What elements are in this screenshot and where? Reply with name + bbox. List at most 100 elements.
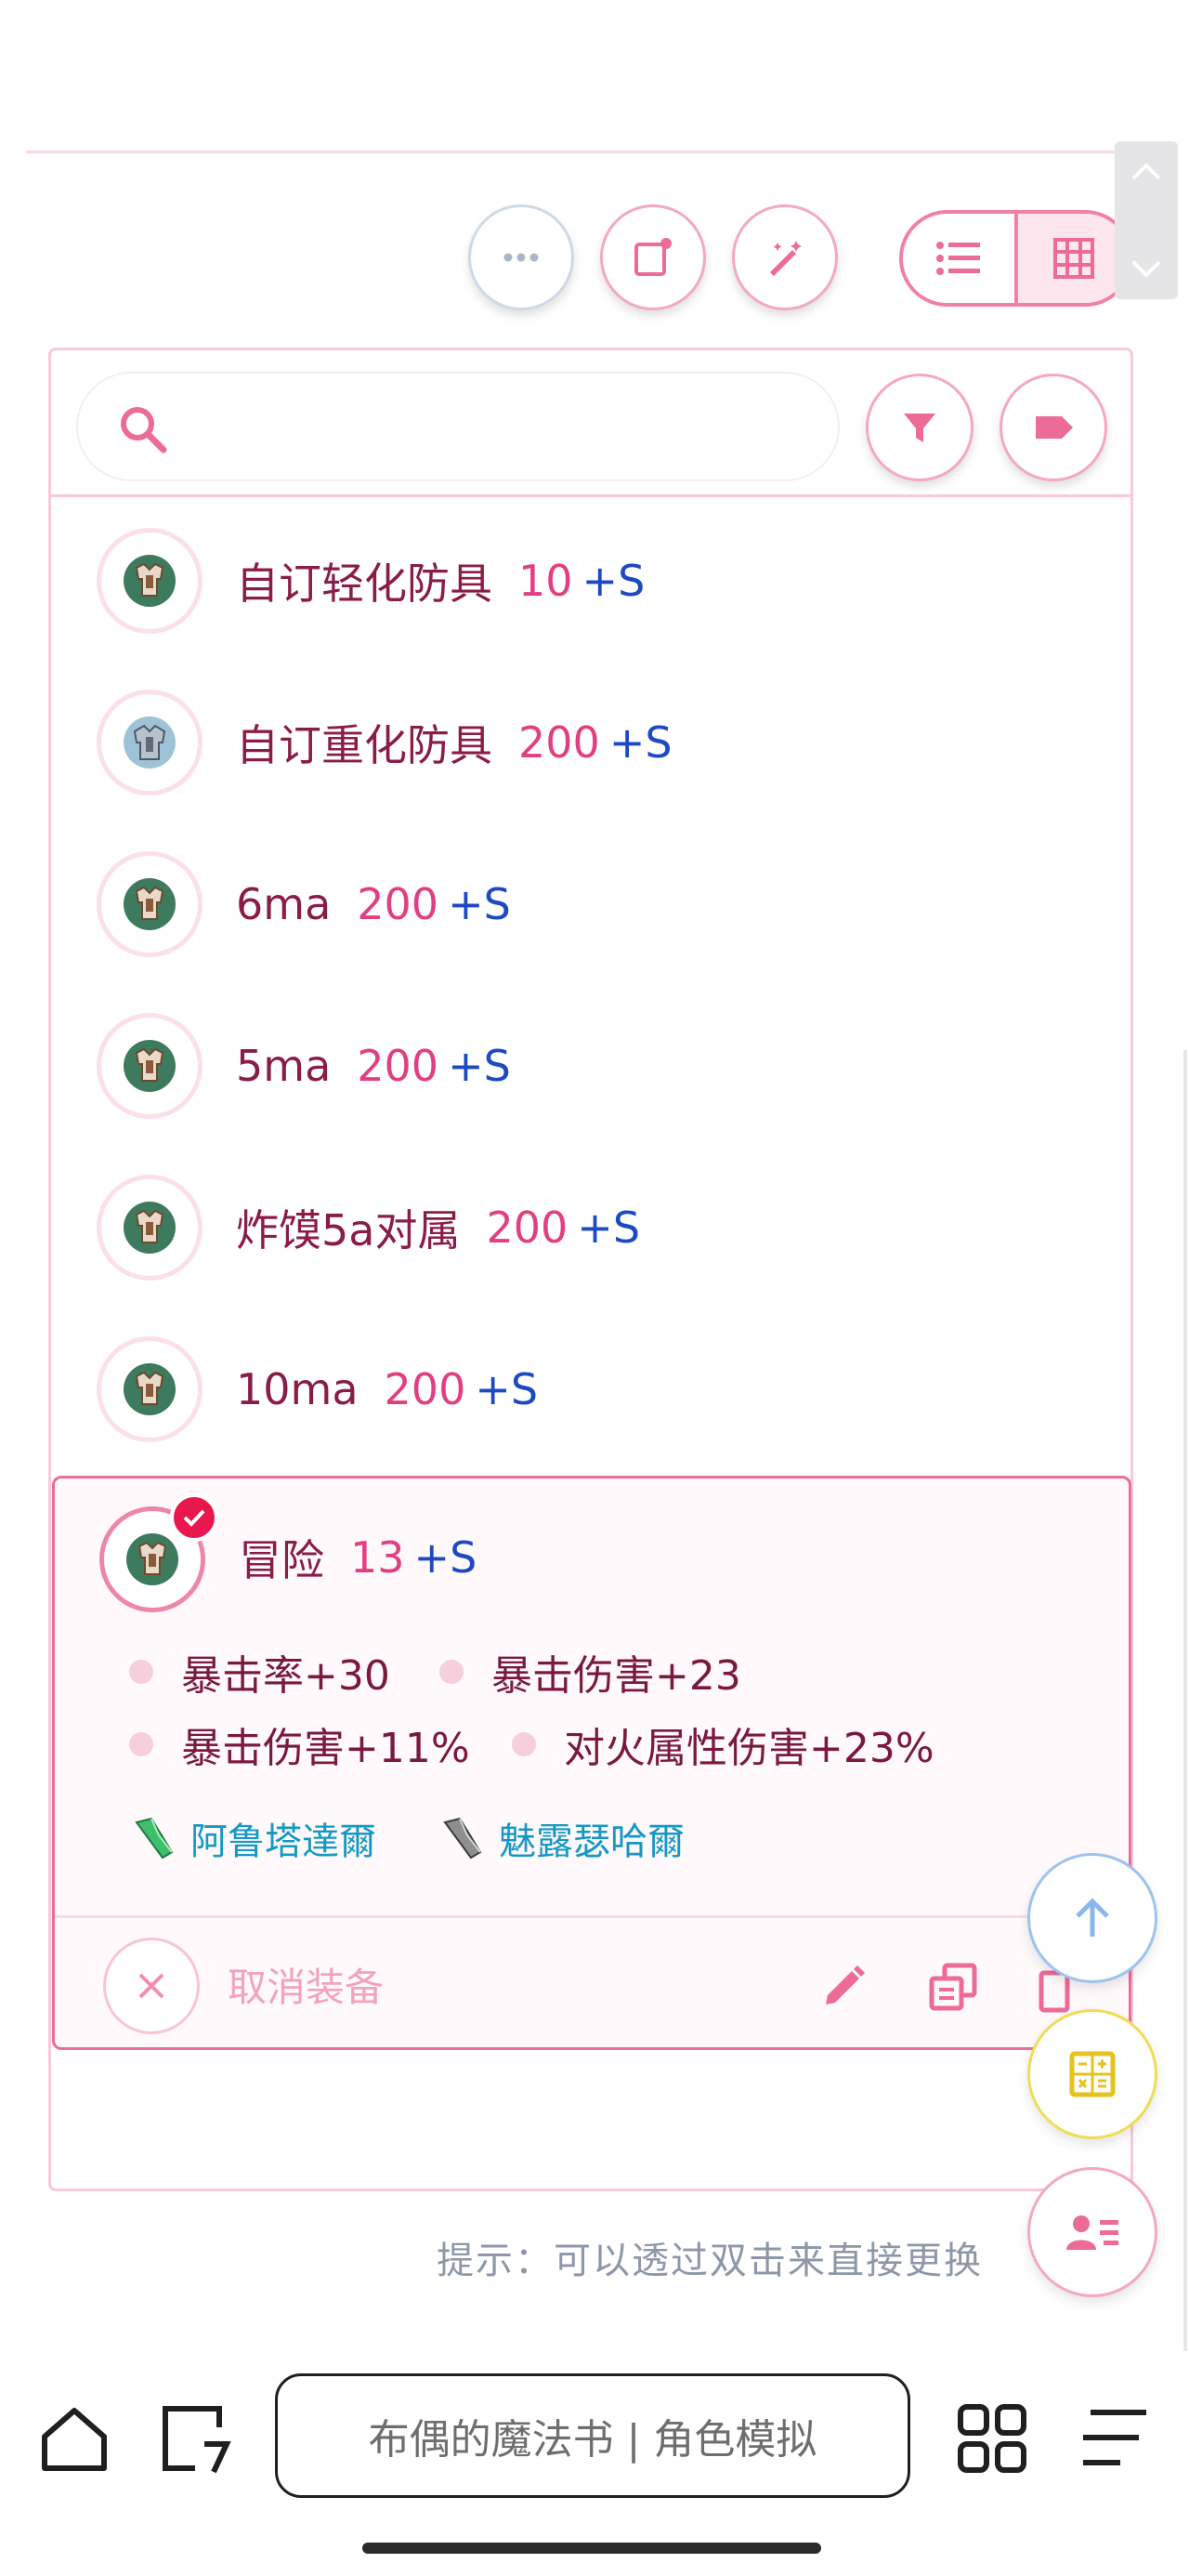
crystal-item[interactable]: 魅露瑟哈爾 — [439, 1811, 685, 1865]
item-suffix: +S — [577, 1203, 641, 1253]
armor-avatar — [97, 1336, 203, 1442]
armor-avatar — [97, 1175, 203, 1281]
home-icon[interactable] — [37, 2401, 111, 2476]
view-toggle[interactable] — [899, 210, 1133, 307]
item-level: 200 — [357, 879, 439, 929]
equipped-check-icon — [170, 1493, 218, 1542]
item-level: 200 — [486, 1203, 568, 1253]
hint-text: 提示：可以透过双击来直接更换 — [437, 2240, 983, 2282]
item-suffix: +S — [413, 1532, 477, 1583]
list-item[interactable]: 5ma 200 +S — [50, 985, 1131, 1147]
grid-view-button[interactable] — [1018, 214, 1130, 303]
magic-wand-icon — [770, 241, 802, 276]
contact-card-icon — [1066, 2215, 1118, 2250]
armor-avatar — [97, 690, 203, 795]
item-name: 冒险 — [239, 1535, 324, 1585]
apps-grid-icon[interactable] — [955, 2401, 1029, 2476]
character-card-button[interactable] — [1027, 2167, 1157, 2297]
armor-icon — [124, 878, 176, 930]
filter-icon — [904, 414, 935, 442]
stat-text: 暴击伤害+23 — [491, 1652, 741, 1700]
heavy-armor-icon — [124, 716, 176, 769]
scroll-thumb[interactable] — [1115, 141, 1178, 299]
crystal-name: 阿鲁塔達爾 — [190, 1820, 376, 1863]
scroll-to-top-button[interactable] — [1027, 1853, 1157, 1983]
item-name: 10ma — [236, 1364, 359, 1414]
bullet — [512, 1732, 536, 1756]
copy-icon[interactable] — [926, 1960, 982, 2016]
bullet — [439, 1660, 464, 1684]
stat-item: 暴击伤害+23 — [439, 1642, 741, 1702]
menu-icon[interactable] — [1078, 2405, 1152, 2470]
item-level: 200 — [518, 717, 600, 768]
armor-icon — [124, 1202, 176, 1254]
list-view-button[interactable] — [903, 214, 1018, 303]
list-item[interactable]: 自订轻化防具 10 +S — [50, 500, 1131, 662]
new-item-button[interactable] — [600, 204, 706, 310]
cancel-equip-button[interactable] — [103, 1938, 200, 2034]
item-suffix: +S — [581, 556, 646, 606]
stat-item: 对火属性伤害+23% — [512, 1715, 934, 1774]
edit-icon[interactable] — [817, 1962, 869, 2014]
panel-divider — [50, 494, 1131, 497]
more-icon — [503, 253, 539, 262]
home-indicator[interactable] — [362, 2543, 821, 2554]
stat-item: 暴击伤害+11% — [129, 1715, 470, 1774]
item-suffix: +S — [448, 879, 511, 929]
selected-item-card[interactable]: 冒险 13 +S 暴击率+30 暴击伤害+23 暴击伤害+11% 对火属性伤害+… — [52, 1476, 1131, 2050]
filter-button[interactable] — [866, 374, 973, 481]
calculator-button[interactable] — [1027, 2009, 1157, 2139]
item-name: 6ma — [236, 879, 332, 929]
tabs-icon[interactable] — [158, 2401, 232, 2476]
item-name: 自订轻化防具 — [236, 559, 492, 609]
top-divider — [26, 151, 1141, 153]
item-level: 200 — [357, 1041, 439, 1091]
stat-text: 对火属性伤害+23% — [564, 1725, 934, 1772]
list-item[interactable]: 10ma 200 +S — [50, 1308, 1131, 1470]
search-icon — [121, 407, 167, 453]
list-item[interactable]: 自订重化防具 200 +S — [50, 662, 1131, 823]
card-divider — [55, 1915, 1129, 1918]
item-suffix: +S — [608, 717, 673, 768]
gray-crystal-icon — [443, 1817, 482, 1860]
item-level: 13 — [350, 1532, 405, 1583]
armor-icon — [126, 1533, 178, 1585]
list-icon — [936, 242, 980, 275]
item-name: 自订重化防具 — [236, 720, 492, 770]
item-level: 10 — [518, 556, 573, 606]
list-item[interactable]: 6ma 200 +S — [50, 823, 1131, 985]
crystal-name: 魅露瑟哈爾 — [499, 1820, 685, 1863]
magic-edit-button[interactable] — [732, 204, 838, 310]
bullet — [129, 1660, 153, 1684]
item-suffix: +S — [448, 1041, 511, 1091]
stat-text: 暴击率+30 — [181, 1652, 390, 1700]
stat-text: 暴击伤害+11% — [181, 1725, 470, 1772]
scroll-arrows-icon — [1131, 163, 1161, 278]
calculator-icon — [1069, 2051, 1116, 2097]
armor-icon — [124, 555, 176, 607]
search-bar[interactable] — [76, 372, 840, 481]
address-bar[interactable]: 布偶的魔法书 | 角色模拟 — [275, 2373, 910, 2498]
armor-icon — [124, 1040, 176, 1092]
armor-avatar — [97, 528, 203, 634]
item-name: 炸馍5a对属 — [236, 1205, 461, 1255]
item-suffix: +S — [475, 1364, 539, 1414]
item-name: 5ma — [236, 1041, 332, 1091]
check-icon — [183, 1509, 205, 1527]
close-icon — [138, 1973, 164, 1999]
cancel-equip-label[interactable]: 取消装备 — [228, 1956, 384, 2013]
armor-icon — [124, 1363, 176, 1415]
tag-icon — [1036, 416, 1073, 439]
tag-button[interactable] — [1000, 374, 1107, 481]
grid-icon — [1053, 238, 1094, 279]
more-button[interactable] — [468, 204, 574, 310]
armor-avatar — [97, 851, 203, 957]
new-note-icon — [634, 238, 672, 276]
page-scrollbar[interactable] — [1183, 1050, 1187, 2351]
list-item[interactable]: 炸馍5a对属 200 +S — [50, 1147, 1131, 1308]
bullet — [129, 1732, 153, 1756]
crystal-item[interactable]: 阿鲁塔達爾 — [131, 1811, 376, 1865]
search-input[interactable] — [189, 394, 806, 461]
item-level: 200 — [384, 1364, 466, 1414]
green-crystal-icon — [135, 1817, 174, 1860]
